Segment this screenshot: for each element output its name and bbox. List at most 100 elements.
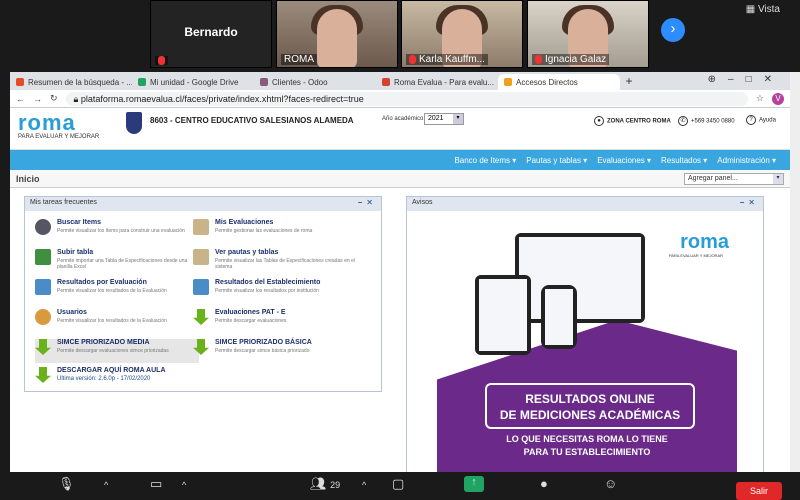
task-descargar-roma-aula[interactable]: DESCARGAR AQUÍ ROMA AULA Ultima versión:…: [35, 367, 199, 391]
tab-label: Roma Evalua - Para evalu...: [394, 77, 495, 87]
task-title: Mis Evaluaciones: [215, 219, 274, 226]
chevron-up-icon[interactable]: ^: [182, 480, 186, 490]
chart-icon: [35, 279, 51, 295]
task-title: Resultados por Evaluación: [57, 279, 147, 286]
task-desc: Permite descargar evaluaciones: [215, 318, 287, 324]
task-evaluaciones-pat[interactable]: Evaluaciones PAT - E Permite descargar e…: [193, 309, 357, 333]
year-label: Año académico:: [382, 116, 426, 122]
whatsapp-icon: ✆: [678, 116, 688, 126]
participant-tile-ignacia[interactable]: Ignacia Galaz: [527, 0, 649, 68]
view-button[interactable]: ▦ Vista: [746, 4, 780, 15]
task-desc: Permite visualizar los resultados de la …: [57, 318, 167, 324]
side-strip: [790, 72, 800, 472]
panel-controls[interactable]: –✕: [358, 198, 377, 207]
task-title: Ver pautas y tablas: [215, 249, 279, 256]
forward-icon[interactable]: →: [33, 94, 42, 104]
task-subir-tabla[interactable]: Subir tabla Permite importar una Tabla d…: [35, 249, 199, 273]
task-desc: Permite visualizar las Tablas de Especif…: [215, 258, 355, 270]
record-icon[interactable]: ●: [540, 476, 548, 491]
chevron-up-icon[interactable]: ^: [362, 480, 366, 490]
phone-number: +569 3450 0880: [691, 118, 735, 125]
nav-resultados[interactable]: Resultados ▾: [661, 156, 707, 165]
task-desc: Permite visualizar los resultados por in…: [215, 288, 319, 294]
logo-tagline: PARA EVALUAR Y MEJORAR: [18, 134, 100, 140]
video-off-icon[interactable]: ▭: [150, 476, 162, 492]
roma-logo[interactable]: roma PARA EVALUAR Y MEJORAR: [18, 110, 114, 150]
chart-icon: [193, 279, 209, 295]
task-simce-media[interactable]: SIMCE PRIORIZADO MEDIA Permite descargar…: [35, 339, 199, 363]
mute-mic-icon[interactable]: 🎙︎: [58, 476, 75, 492]
tab-accesos[interactable]: Accesos Directos: [498, 74, 620, 90]
tab-roma[interactable]: Roma Evalua - Para evalu...: [376, 74, 498, 90]
chevron-down-icon: ▾: [453, 114, 463, 124]
chat-icon[interactable]: ▢: [392, 476, 404, 492]
headline-line2: DE MEDICIONES ACADÉMICAS: [499, 408, 681, 422]
task-usuarios[interactable]: Usuarios Permite visualizar los resultad…: [35, 309, 199, 333]
new-tab-button[interactable]: +: [620, 74, 638, 90]
lock-icon: 🔒︎: [73, 93, 81, 104]
tab-label: Accesos Directos: [516, 77, 578, 87]
nav-evaluaciones[interactable]: Evaluaciones ▾: [597, 156, 651, 165]
phone-image: [541, 285, 577, 349]
promo-subheadline: LO QUE NECESITAS ROMA LO TIENE PARA TU E…: [437, 433, 737, 459]
zoom-toolbar: 🎙︎ ^ ▭ ^ 👥︎ 29 ^ ▢ ↑ ● ☺︎ Salir: [0, 472, 800, 500]
chevron-up-icon[interactable]: ^: [104, 480, 108, 490]
task-mis-evaluaciones[interactable]: Mis Evaluaciones Permite gestionar las e…: [193, 219, 357, 243]
tab-resumen[interactable]: Resumen de la búsqueda - ...: [10, 74, 132, 90]
task-buscar-items[interactable]: Buscar Items Permite visualizar los ítem…: [35, 219, 199, 243]
participant-tile-karla[interactable]: Karla Kauffm...: [401, 0, 523, 68]
task-ver-pautas[interactable]: Ver pautas y tablas Permite visualizar l…: [193, 249, 357, 273]
promo-tagline: PARA EVALUAR Y MEJORAR: [668, 253, 723, 258]
task-title: Buscar Items: [57, 219, 101, 226]
share-screen-icon[interactable]: ↑: [464, 476, 484, 492]
add-panel-select[interactable]: Agregar panel... ▾: [684, 172, 784, 185]
reactions-icon[interactable]: ☺︎: [604, 476, 617, 491]
tab-odoo[interactable]: Clientes - Odoo: [254, 74, 376, 90]
task-resultados-evaluacion[interactable]: Resultados por Evaluación Permite visual…: [35, 279, 199, 303]
zona-label: ZONA CENTRO ROMA: [607, 118, 671, 125]
window-controls[interactable]: ⊕–□✕: [708, 74, 784, 85]
nav-banco-items[interactable]: Banco de Items ▾: [454, 156, 516, 165]
promo-banner[interactable]: roma PARA EVALUAR Y MEJORAR RESULTADOS O…: [437, 225, 737, 472]
nav-pautas-tablas[interactable]: Pautas y tablas ▾: [526, 156, 587, 165]
address-bar: ← → ↻ 🔒︎ plataforma.romaevalua.cl/faces/…: [10, 90, 790, 108]
tab-strip: Resumen de la búsqueda - ... Mi unidad -…: [10, 72, 790, 90]
reload-icon[interactable]: ↻: [50, 93, 58, 104]
task-title: DESCARGAR AQUÍ ROMA AULA: [57, 367, 166, 374]
task-desc: Permite descargar simce básica priorizad…: [215, 348, 310, 354]
year-select[interactable]: 2021 ▾: [424, 113, 464, 125]
mic-muted-icon: [409, 55, 416, 64]
tab-drive[interactable]: Mi unidad - Google Drive: [132, 74, 254, 90]
panel-controls[interactable]: –✕: [740, 198, 759, 207]
excel-icon: [35, 249, 51, 265]
profile-avatar[interactable]: V: [772, 92, 784, 105]
promo-headline: RESULTADOS ONLINE DE MEDICIONES ACADÉMIC…: [485, 383, 695, 429]
task-resultados-establecimiento[interactable]: Resultados del Establecimiento Permite v…: [193, 279, 357, 303]
task-simce-basica[interactable]: SIMCE PRIORIZADO BÁSICA Permite descarga…: [193, 339, 357, 363]
chevron-down-icon: ▾: [773, 173, 783, 184]
bookmark-star-icon[interactable]: ☆: [756, 93, 764, 104]
participants-icon[interactable]: 👥︎ 29: [310, 476, 340, 492]
dashboard-content: Mis tareas frecuentes –✕ Buscar Items Per…: [10, 188, 790, 472]
headline-line1: RESULTADOS ONLINE: [525, 392, 655, 406]
zona-link[interactable]: ● ZONA CENTRO ROMA: [594, 116, 671, 126]
back-icon[interactable]: ←: [16, 94, 25, 104]
tab-label: Mi unidad - Google Drive: [150, 77, 239, 87]
next-participants-button[interactable]: ›: [661, 18, 685, 42]
browser-window: Resumen de la búsqueda - ... Mi unidad -…: [10, 72, 790, 472]
tablet-image: [475, 275, 531, 355]
add-panel-value: Agregar panel...: [688, 174, 738, 182]
promo-logo: roma: [680, 231, 729, 253]
tareas-panel: Mis tareas frecuentes –✕ Buscar Items Per…: [24, 196, 382, 392]
task-desc: Permite visualizar los resultados de la …: [57, 288, 167, 294]
participant-tile-bernardo[interactable]: Bernardo: [150, 0, 272, 68]
leave-button[interactable]: Salir: [736, 482, 782, 500]
mic-muted-icon: [155, 56, 168, 65]
url-text: plataforma.romaevalua.cl/faces/private/i…: [80, 93, 364, 104]
nav-administracion[interactable]: Administración ▾: [717, 156, 776, 165]
help-link[interactable]: ? Ayuda: [746, 115, 776, 125]
users-icon: [35, 309, 51, 325]
url-input[interactable]: 🔒︎ plataforma.romaevalua.cl/faces/privat…: [65, 91, 748, 106]
participant-name: Karla Kauffm...: [419, 54, 485, 65]
participant-tile-roma[interactable]: ROMA: [276, 0, 398, 68]
